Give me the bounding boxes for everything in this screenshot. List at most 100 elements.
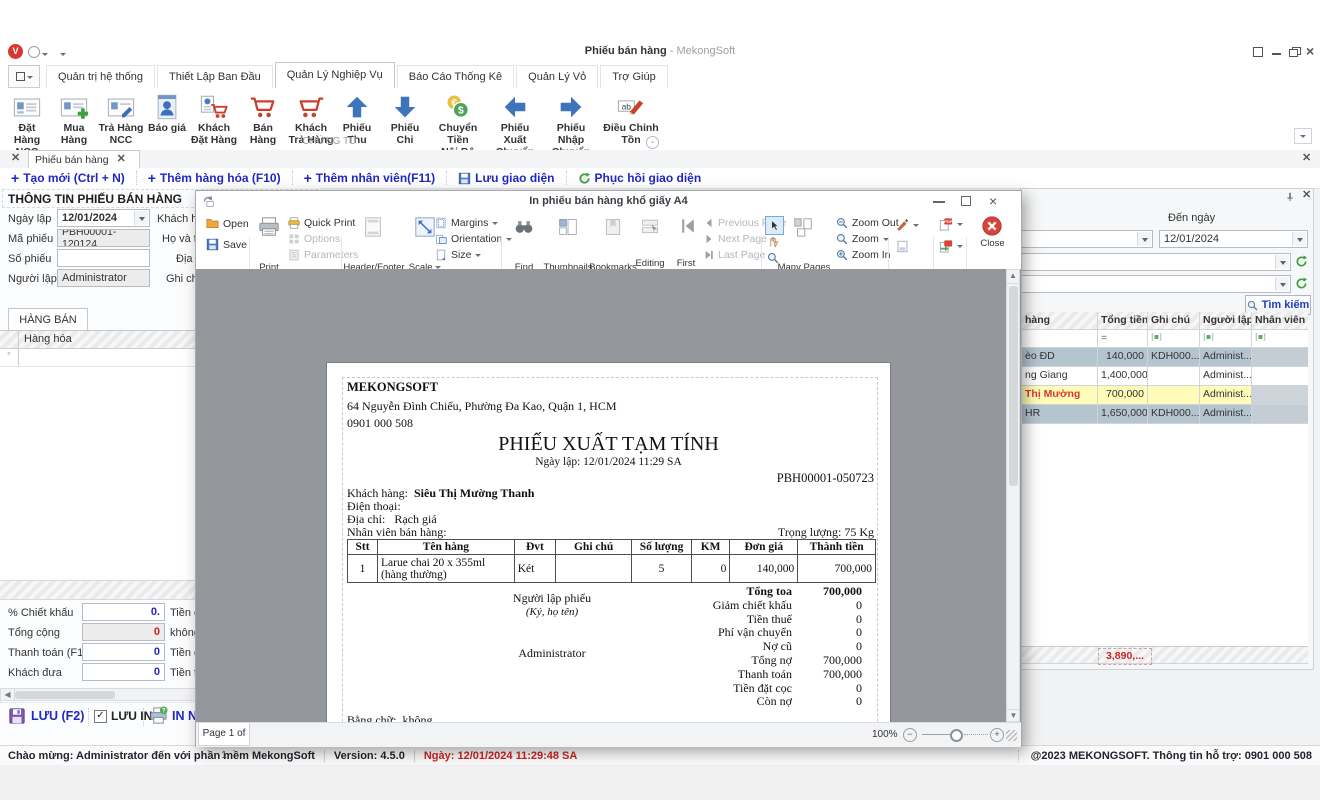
close-tab-icon[interactable]: ✕: [117, 154, 126, 165]
zoom-out-button[interactable]: Zoom Out: [836, 217, 899, 229]
margins-button[interactable]: Margins: [435, 217, 498, 229]
close-panel-icon[interactable]: ✕: [1302, 190, 1311, 201]
so-phieu-field[interactable]: [57, 249, 150, 267]
quick-print-button[interactable]: Quick Print: [288, 217, 355, 229]
result-row[interactable]: èo ĐD 140,000 KDH000... Administ...: [1022, 348, 1308, 367]
group-options-icon[interactable]: ⌄: [646, 136, 659, 149]
den-ngay-combo[interactable]: 12/01/2024: [1159, 230, 1308, 248]
maximize-button[interactable]: [1289, 47, 1301, 58]
watermark-button[interactable]: [896, 218, 919, 231]
pointer-tool-button-selected[interactable]: [765, 216, 784, 235]
refresh-icon[interactable]: [1295, 255, 1308, 271]
summary-total: 3,890,...: [1098, 648, 1152, 665]
scroll-up-icon[interactable]: ▲: [1007, 270, 1019, 284]
ribbon-tab-quan-ly-vo[interactable]: Quản Lý Vỏ: [516, 65, 598, 88]
ribbon-tab-quan-tri[interactable]: Quản trị hệ thống: [46, 65, 155, 88]
ngay-lap-combo[interactable]: 12/01/2024: [57, 209, 150, 227]
phieu-nhap-chuyen-kho-button[interactable]: Phiếu Nhập Chuyển Kho: [544, 90, 598, 146]
save-button[interactable]: Save: [206, 238, 247, 251]
tao-moi-button[interactable]: +Tạo mới (Ctrl + N): [0, 171, 136, 185]
col-nhan-vien[interactable]: Nhân viên: [1252, 312, 1308, 329]
nguoi-lap-field[interactable]: Administrator: [57, 269, 150, 287]
tu-ngay-combo[interactable]: [1021, 230, 1153, 248]
zoom-plus-button[interactable]: +: [990, 728, 1004, 742]
mua-hang-button[interactable]: Mua Hàng: [52, 90, 96, 146]
col-khach-hang[interactable]: hàng: [1022, 312, 1098, 329]
ribbon-tab-thiet-lap[interactable]: Thiết Lập Ban Đầu: [157, 65, 273, 88]
ribbon-tab-bao-cao[interactable]: Báo Cáo Thống Kê: [397, 65, 514, 88]
scale-button[interactable]: [414, 216, 436, 241]
zoom-slider-track-right[interactable]: [964, 734, 988, 735]
tra-hang-ncc-button[interactable]: Trả Hàng NCC: [98, 90, 144, 146]
phieu-xuat-chuyen-kho-button[interactable]: Phiếu Xuất Chuyển Kho: [488, 90, 542, 146]
close-red-icon: [981, 215, 1003, 237]
send-document-button[interactable]: [939, 239, 963, 253]
tab-hang-ban[interactable]: HÀNG BÁN: [8, 308, 88, 330]
scroll-thumb[interactable]: [15, 691, 115, 699]
filter-combo-1[interactable]: [1021, 253, 1291, 271]
result-row[interactable]: HR 1,650,000 KDH000... Administ...: [1022, 405, 1308, 424]
preview-area[interactable]: MEKONGSOFT 64 Nguyễn Đình Chiểu, Phường …: [196, 269, 1021, 722]
ribbon-tab-tro-giup[interactable]: Trợ Giúp: [600, 65, 667, 88]
zoom-in-button[interactable]: Zoom In: [836, 249, 891, 261]
dialog-titlebar[interactable]: In phiếu bán hàng khổ giấy A4 ×: [196, 191, 1021, 213]
arrow-right-icon: [544, 90, 598, 122]
close-window-button[interactable]: ×: [1306, 44, 1318, 55]
refresh-icon[interactable]: [1295, 277, 1308, 293]
them-nhan-vien-button[interactable]: +Thêm nhân viên(F11): [293, 171, 447, 185]
filter-row[interactable]: =: [1022, 330, 1308, 348]
rib bon-tab-nghiep-vu[interactable]: Quản Lý Nghiệp Vụ: [275, 62, 395, 88]
page-color-button[interactable]: [896, 240, 909, 253]
thumbnails-button[interactable]: [558, 217, 578, 240]
scroll-thumb[interactable]: [1009, 286, 1018, 486]
filter-combo-2[interactable]: [1021, 275, 1291, 293]
khach-dua-field[interactable]: 0: [82, 663, 165, 681]
close-document-icon[interactable]: ✕: [1302, 153, 1311, 164]
many-pages-button[interactable]: [792, 216, 814, 241]
print-button[interactable]: [254, 216, 284, 241]
ribbon-collapse-icon[interactable]: [1294, 128, 1312, 144]
tab-phieu-ban-hang[interactable]: Phiếu bán hàng ✕: [28, 150, 140, 168]
dat-hang-ncc-button[interactable]: Đặt Hàng NCC: [4, 90, 50, 146]
luu-button[interactable]: LƯU (F2): [8, 707, 84, 725]
bao-gia-button[interactable]: Báo giá: [146, 90, 188, 146]
zoom-slider-knob[interactable]: [950, 729, 963, 742]
ma-phieu-field[interactable]: PBH00001-120124: [57, 229, 150, 247]
scroll-down-icon[interactable]: ▼: [1007, 709, 1020, 722]
zoom-button[interactable]: Zoom: [836, 233, 889, 245]
dialog-minimize-button[interactable]: [933, 201, 945, 203]
header-footer-icon: [362, 216, 384, 238]
export-document-button[interactable]: PDF: [939, 217, 963, 231]
luu-giao-dien-button[interactable]: Lưu giao diện: [447, 171, 565, 185]
column-header-hang-hoa[interactable]: Hàng hóa: [24, 333, 72, 345]
size-button[interactable]: Size: [435, 249, 481, 261]
hand-tool-button[interactable]: [767, 236, 779, 251]
close-preview-button[interactable]: [981, 215, 1003, 240]
find-button[interactable]: [514, 217, 534, 240]
chiet-khau-field[interactable]: 0.: [82, 603, 165, 621]
pin-icon[interactable]: [1285, 192, 1295, 205]
result-row[interactable]: ng Giang 1,400,000 Administ...: [1022, 367, 1308, 386]
result-row-selected[interactable]: Thị Mường 700,000 Administ...: [1022, 386, 1308, 405]
plus-icon: +: [11, 171, 19, 185]
chuyen-tien-noi-bo-button[interactable]: €$ Chuyển Tiền Nội Bộ: [430, 90, 486, 146]
thanh-toan-field[interactable]: 0: [82, 643, 165, 661]
dialog-close-button[interactable]: ×: [989, 193, 997, 209]
ribbon-window-switch-button[interactable]: [8, 65, 40, 88]
zoom-slider-track[interactable]: [922, 734, 950, 735]
zoom-minus-button[interactable]: −: [903, 728, 917, 742]
col-tong-tien[interactable]: Tổng tiền: [1098, 312, 1148, 329]
dialog-maximize-button[interactable]: [961, 196, 971, 206]
fullscreen-button[interactable]: [1252, 47, 1264, 58]
phieu-chi-button[interactable]: Phiếu Chi: [382, 90, 428, 146]
scroll-left-icon[interactable]: ◀: [1, 689, 15, 701]
col-nguoi-lap[interactable]: Người lập: [1200, 312, 1252, 329]
phuc-hoi-giao-dien-button[interactable]: Phục hồi giao diện: [567, 171, 713, 185]
resize-grip[interactable]: [1006, 730, 1017, 741]
them-hang-hoa-button[interactable]: +Thêm hàng hóa (F10): [137, 171, 292, 185]
open-button[interactable]: Open: [206, 217, 249, 230]
preview-vertical-scrollbar[interactable]: ▲ ▼: [1006, 269, 1020, 722]
khach-dat-hang-button[interactable]: Khách Đặt Hàng: [190, 90, 238, 146]
col-ghi-chu[interactable]: Ghi chú: [1148, 312, 1200, 329]
close-all-tabs-icon[interactable]: ✕: [11, 153, 20, 164]
